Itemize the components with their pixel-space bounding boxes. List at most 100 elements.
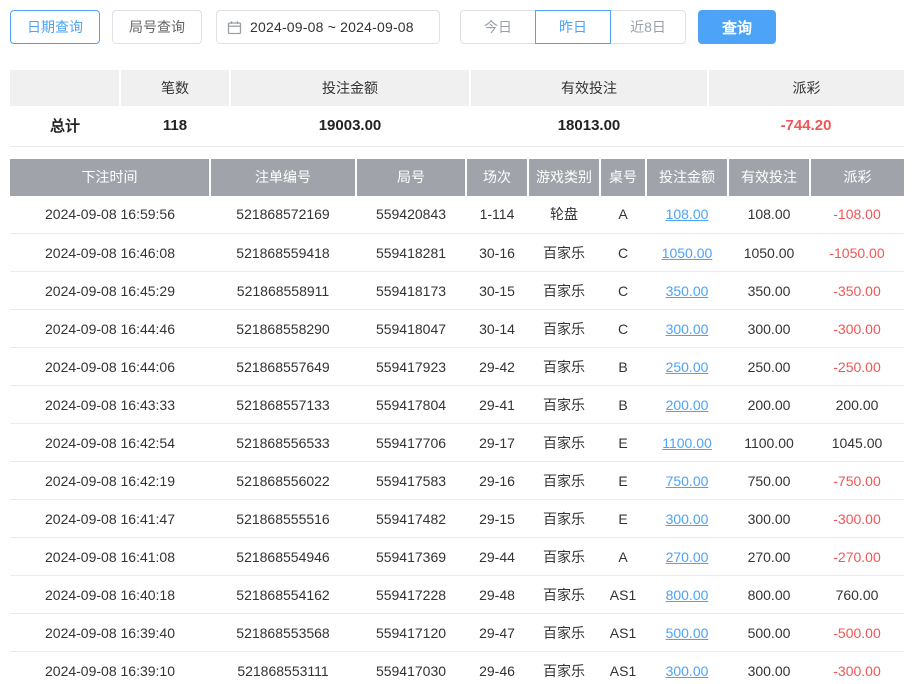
bet-amount-link[interactable]: 1050.00 bbox=[662, 245, 713, 261]
summary-payout-value: -744.20 bbox=[708, 106, 904, 146]
game-category-cell: 百家乐 bbox=[528, 576, 600, 614]
payout-cell: -350.00 bbox=[810, 272, 904, 310]
summary-header-count: 笔数 bbox=[120, 70, 230, 106]
game-category-cell: 百家乐 bbox=[528, 652, 600, 684]
round-id-cell: 559418047 bbox=[356, 310, 466, 348]
summary-table: 笔数 投注金额 有效投注 派彩 总计 118 19003.00 18013.00… bbox=[10, 70, 904, 147]
today-button[interactable]: 今日 bbox=[460, 10, 536, 44]
bet-amount-link[interactable]: 500.00 bbox=[666, 625, 709, 641]
table-row: 2024-09-08 16:44:46521868558290559418047… bbox=[10, 310, 904, 348]
bet-amount-cell: 500.00 bbox=[646, 614, 728, 652]
bet-amount-link[interactable]: 1100.00 bbox=[662, 435, 712, 451]
summary-header-empty bbox=[10, 70, 120, 106]
table-row: 2024-09-08 16:59:56521868572169559420843… bbox=[10, 196, 904, 234]
order-id-cell: 521868559418 bbox=[210, 234, 356, 272]
bet-amount-link[interactable]: 250.00 bbox=[666, 359, 709, 375]
game-category-cell: 百家乐 bbox=[528, 234, 600, 272]
payout-cell: -300.00 bbox=[810, 500, 904, 538]
bet-time-cell: 2024-09-08 16:41:47 bbox=[10, 500, 210, 538]
calendar-icon bbox=[227, 20, 242, 35]
summary-total-label: 总计 bbox=[10, 106, 120, 146]
date-range-input[interactable]: 2024-09-08 ~ 2024-09-08 bbox=[216, 10, 440, 44]
bet-amount-link[interactable]: 300.00 bbox=[666, 321, 709, 337]
bet-amount-link[interactable]: 300.00 bbox=[666, 663, 709, 679]
game-category-cell: 百家乐 bbox=[528, 310, 600, 348]
bet-amount-link[interactable]: 300.00 bbox=[666, 511, 709, 527]
round-query-tab-button[interactable]: 局号查询 bbox=[112, 10, 202, 44]
game-category-cell: 百家乐 bbox=[528, 538, 600, 576]
order-id-cell: 521868556533 bbox=[210, 424, 356, 462]
header-valid-bet: 有效投注 bbox=[728, 159, 810, 196]
session-cell: 29-46 bbox=[466, 652, 528, 684]
session-cell: 29-48 bbox=[466, 576, 528, 614]
order-id-cell: 521868556022 bbox=[210, 462, 356, 500]
bet-time-cell: 2024-09-08 16:44:46 bbox=[10, 310, 210, 348]
valid-bet-cell: 250.00 bbox=[728, 348, 810, 386]
game-category-cell: 百家乐 bbox=[528, 424, 600, 462]
bet-amount-cell: 300.00 bbox=[646, 500, 728, 538]
table-row: 2024-09-08 16:40:18521868554162559417228… bbox=[10, 576, 904, 614]
valid-bet-cell: 300.00 bbox=[728, 310, 810, 348]
table-no-cell: A bbox=[600, 196, 646, 234]
bet-amount-link[interactable]: 350.00 bbox=[666, 283, 709, 299]
order-id-cell: 521868558911 bbox=[210, 272, 356, 310]
header-table-no: 桌号 bbox=[600, 159, 646, 196]
session-cell: 29-16 bbox=[466, 462, 528, 500]
quick-range-group: 今日 昨日 近8日 bbox=[460, 10, 686, 44]
order-id-cell: 521868553568 bbox=[210, 614, 356, 652]
header-round-id: 局号 bbox=[356, 159, 466, 196]
bet-amount-cell: 108.00 bbox=[646, 196, 728, 234]
bet-amount-link[interactable]: 750.00 bbox=[666, 473, 709, 489]
round-id-cell: 559417030 bbox=[356, 652, 466, 684]
valid-bet-cell: 108.00 bbox=[728, 196, 810, 234]
summary-header-valid-bet: 有效投注 bbox=[470, 70, 708, 106]
bet-records-table: 下注时间 注单编号 局号 场次 游戏类别 桌号 投注金额 有效投注 派彩 202… bbox=[10, 159, 904, 684]
payout-cell: -500.00 bbox=[810, 614, 904, 652]
valid-bet-cell: 270.00 bbox=[728, 538, 810, 576]
payout-cell: -300.00 bbox=[810, 652, 904, 684]
yesterday-button[interactable]: 昨日 bbox=[535, 10, 611, 44]
order-id-cell: 521868554162 bbox=[210, 576, 356, 614]
summary-total-row: 总计 118 19003.00 18013.00 -744.20 bbox=[10, 106, 904, 146]
bet-amount-link[interactable]: 108.00 bbox=[666, 206, 709, 222]
date-range-value: 2024-09-08 ~ 2024-09-08 bbox=[250, 19, 414, 35]
bet-table-header-row: 下注时间 注单编号 局号 场次 游戏类别 桌号 投注金额 有效投注 派彩 bbox=[10, 159, 904, 196]
payout-cell: -270.00 bbox=[810, 538, 904, 576]
round-id-cell: 559417706 bbox=[356, 424, 466, 462]
game-category-cell: 百家乐 bbox=[528, 272, 600, 310]
table-no-cell: AS1 bbox=[600, 652, 646, 684]
bet-amount-link[interactable]: 200.00 bbox=[666, 397, 709, 413]
bet-amount-link[interactable]: 270.00 bbox=[666, 549, 709, 565]
bet-table-body: 2024-09-08 16:59:56521868572169559420843… bbox=[10, 196, 904, 684]
order-id-cell: 521868554946 bbox=[210, 538, 356, 576]
header-session: 场次 bbox=[466, 159, 528, 196]
bet-amount-link[interactable]: 800.00 bbox=[666, 587, 709, 603]
game-category-cell: 百家乐 bbox=[528, 614, 600, 652]
game-category-cell: 百家乐 bbox=[528, 500, 600, 538]
last-8-days-button[interactable]: 近8日 bbox=[610, 10, 686, 44]
order-id-cell: 521868558290 bbox=[210, 310, 356, 348]
table-no-cell: AS1 bbox=[600, 576, 646, 614]
bet-time-cell: 2024-09-08 16:40:18 bbox=[10, 576, 210, 614]
round-id-cell: 559417369 bbox=[356, 538, 466, 576]
page: 日期查询 局号查询 2024-09-08 ~ 2024-09-08 今日 昨日 … bbox=[0, 0, 914, 684]
bet-amount-cell: 350.00 bbox=[646, 272, 728, 310]
summary-header-row: 笔数 投注金额 有效投注 派彩 bbox=[10, 70, 904, 106]
session-cell: 30-14 bbox=[466, 310, 528, 348]
round-id-cell: 559417228 bbox=[356, 576, 466, 614]
game-category-cell: 百家乐 bbox=[528, 348, 600, 386]
summary-header-bet-amount: 投注金额 bbox=[230, 70, 470, 106]
bet-time-cell: 2024-09-08 16:46:08 bbox=[10, 234, 210, 272]
table-no-cell: C bbox=[600, 272, 646, 310]
round-id-cell: 559417120 bbox=[356, 614, 466, 652]
round-id-cell: 559418281 bbox=[356, 234, 466, 272]
table-no-cell: E bbox=[600, 500, 646, 538]
header-bet-amount: 投注金额 bbox=[646, 159, 728, 196]
header-order-id: 注单编号 bbox=[210, 159, 356, 196]
date-query-tab-button[interactable]: 日期查询 bbox=[10, 10, 100, 44]
bet-amount-cell: 1100.00 bbox=[646, 424, 728, 462]
search-button[interactable]: 查询 bbox=[698, 10, 776, 44]
bet-time-cell: 2024-09-08 16:39:10 bbox=[10, 652, 210, 684]
order-id-cell: 521868557649 bbox=[210, 348, 356, 386]
payout-cell: -750.00 bbox=[810, 462, 904, 500]
